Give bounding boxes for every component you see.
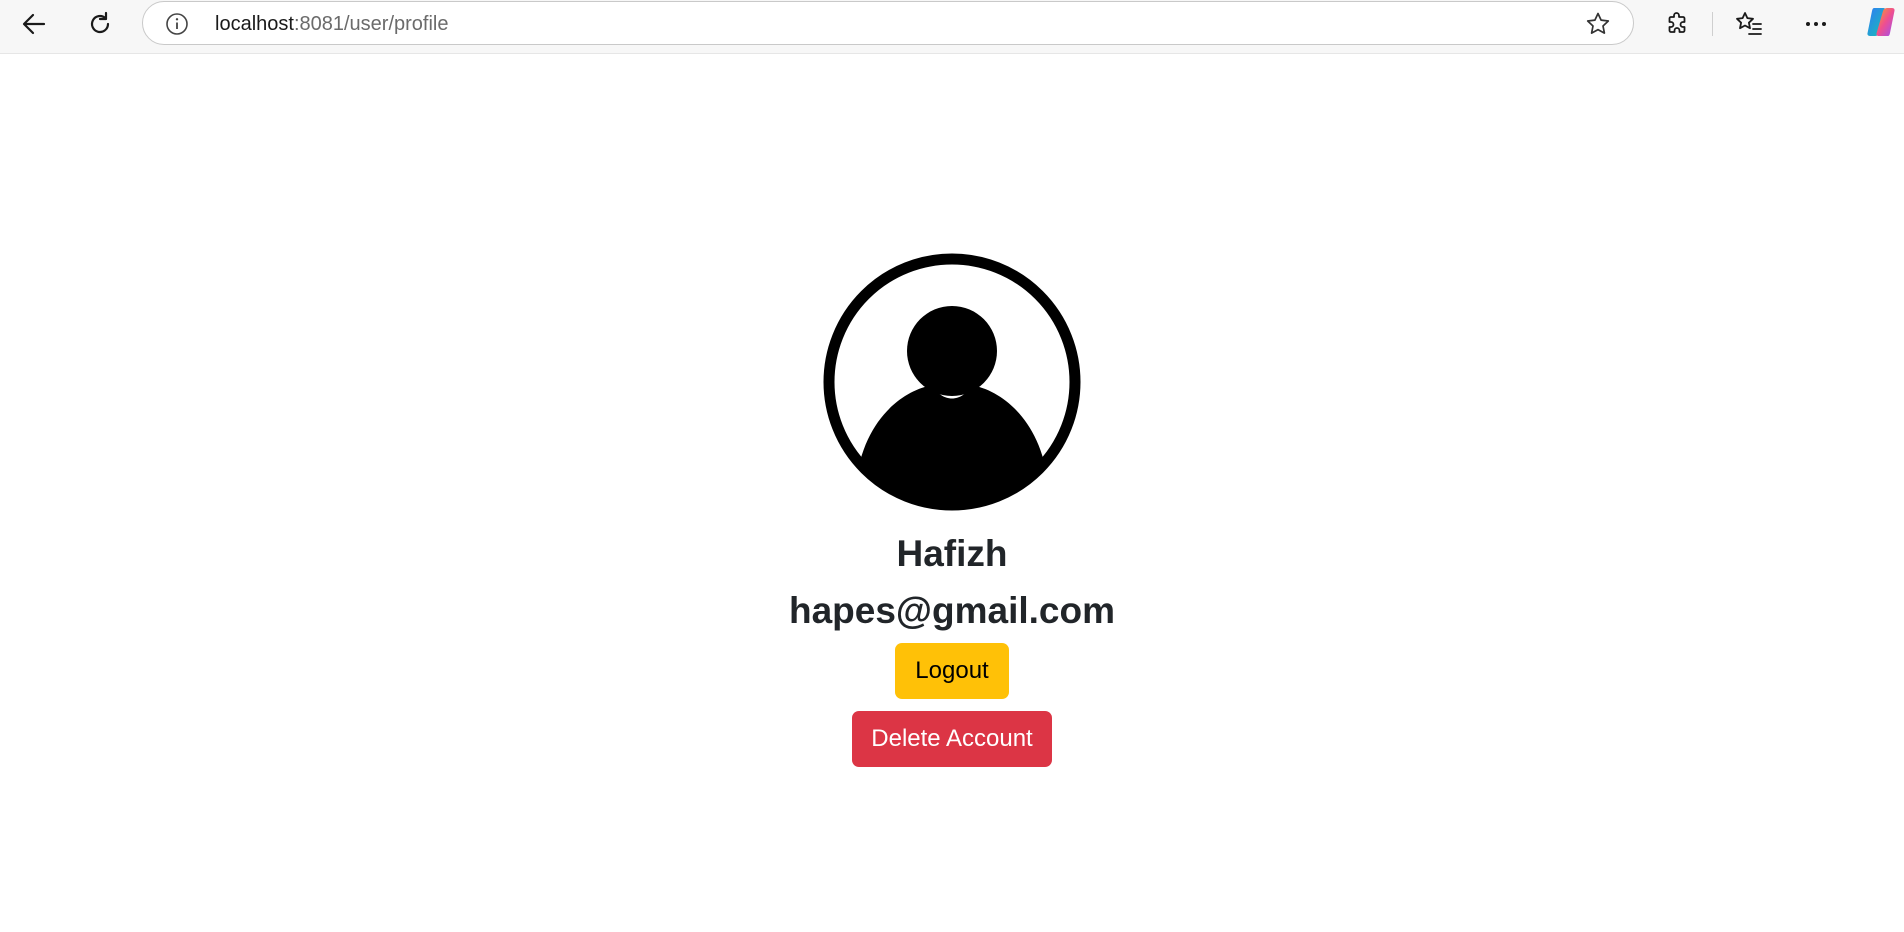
browser-toolbar: localhost:8081/user/profile <box>0 0 1904 54</box>
star-icon[interactable] <box>1585 11 1611 37</box>
copilot-button[interactable] <box>1862 5 1900 43</box>
delete-account-button[interactable]: Delete Account <box>852 711 1052 767</box>
url-host: localhost <box>215 13 294 35</box>
url-path: :8081/user/profile <box>293 13 449 35</box>
favorites-list-icon <box>1734 10 1764 38</box>
reload-icon <box>86 10 114 38</box>
user-name: Hafizh <box>896 533 1008 574</box>
url-text[interactable]: localhost:8081/user/profile <box>215 13 448 35</box>
copilot-icon <box>1864 5 1898 44</box>
favorites-button[interactable] <box>1727 6 1771 42</box>
logout-button[interactable]: Logout <box>895 643 1009 699</box>
reload-button[interactable] <box>78 6 122 42</box>
toolbar-divider <box>1712 12 1713 36</box>
extensions-button[interactable] <box>1655 6 1699 42</box>
more-dots-icon <box>1802 10 1830 38</box>
puzzle-icon <box>1663 10 1691 38</box>
avatar-icon <box>823 253 1081 511</box>
back-button[interactable] <box>12 6 56 42</box>
more-button[interactable] <box>1794 6 1838 42</box>
back-arrow-icon <box>20 10 48 38</box>
info-icon[interactable] <box>165 12 189 36</box>
profile-page: Hafizh hapes@gmail.com Logout Delete Acc… <box>0 54 1904 932</box>
user-email: hapes@gmail.com <box>788 590 1115 631</box>
address-bar[interactable]: localhost:8081/user/profile <box>142 1 1634 45</box>
